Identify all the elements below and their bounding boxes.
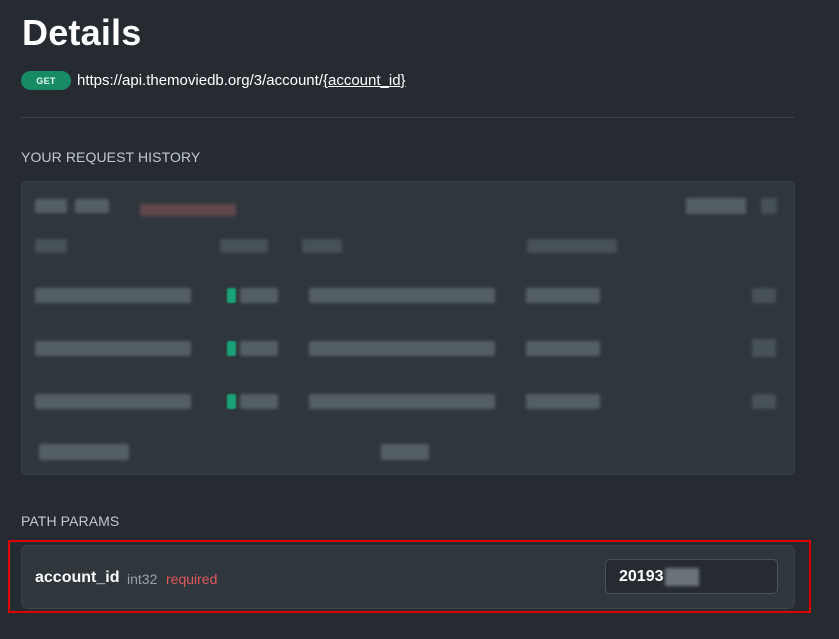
history-cell-obscured xyxy=(35,341,191,356)
request-history-label: YOUR REQUEST HISTORY xyxy=(21,149,201,165)
history-header-obscured xyxy=(75,199,109,213)
history-cell-obscured xyxy=(309,288,495,303)
highlight-box xyxy=(8,540,811,613)
history-cell-obscured xyxy=(240,341,278,356)
page-title: Details xyxy=(22,12,142,53)
status-indicator xyxy=(227,394,236,409)
history-header-obscured xyxy=(686,198,746,214)
history-pagination-obscured[interactable] xyxy=(381,444,429,460)
history-column-header-obscured xyxy=(302,239,342,253)
api-details-page: Details GET https://api.themoviedb.org/3… xyxy=(0,0,839,639)
history-column-header-obscured xyxy=(35,239,67,253)
status-indicator xyxy=(227,288,236,303)
status-indicator xyxy=(227,341,236,356)
history-cell-obscured xyxy=(35,394,191,409)
history-cell-obscured xyxy=(309,341,495,356)
history-header-obscured xyxy=(140,204,236,216)
history-cell-obscured xyxy=(752,339,776,357)
history-header-obscured xyxy=(761,198,777,214)
history-cell-obscured xyxy=(35,288,191,303)
history-cell-obscured xyxy=(309,394,495,409)
history-cell-obscured xyxy=(526,394,600,409)
history-header-obscured xyxy=(35,199,67,213)
history-pagination-obscured[interactable] xyxy=(39,444,129,460)
history-cell-obscured xyxy=(240,288,278,303)
history-cell-obscured xyxy=(526,341,600,356)
history-cell-obscured xyxy=(752,288,776,303)
history-column-header-obscured xyxy=(220,239,268,253)
endpoint-url-base: https://api.themoviedb.org/3/account/ xyxy=(77,72,323,89)
endpoint-line: GET https://api.themoviedb.org/3/account… xyxy=(21,71,406,90)
history-cell-obscured xyxy=(752,394,776,409)
history-cell-obscured xyxy=(526,288,600,303)
history-column-header-obscured xyxy=(527,239,617,253)
get-method-badge: GET xyxy=(21,71,71,90)
history-cell-obscured xyxy=(240,394,278,409)
path-params-label: PATH PARAMS xyxy=(21,513,120,529)
section-divider xyxy=(21,117,794,118)
endpoint-url-param: {account_id} xyxy=(322,72,406,89)
endpoint-url: https://api.themoviedb.org/3/account/{ac… xyxy=(77,72,406,89)
request-history-panel xyxy=(21,181,795,475)
